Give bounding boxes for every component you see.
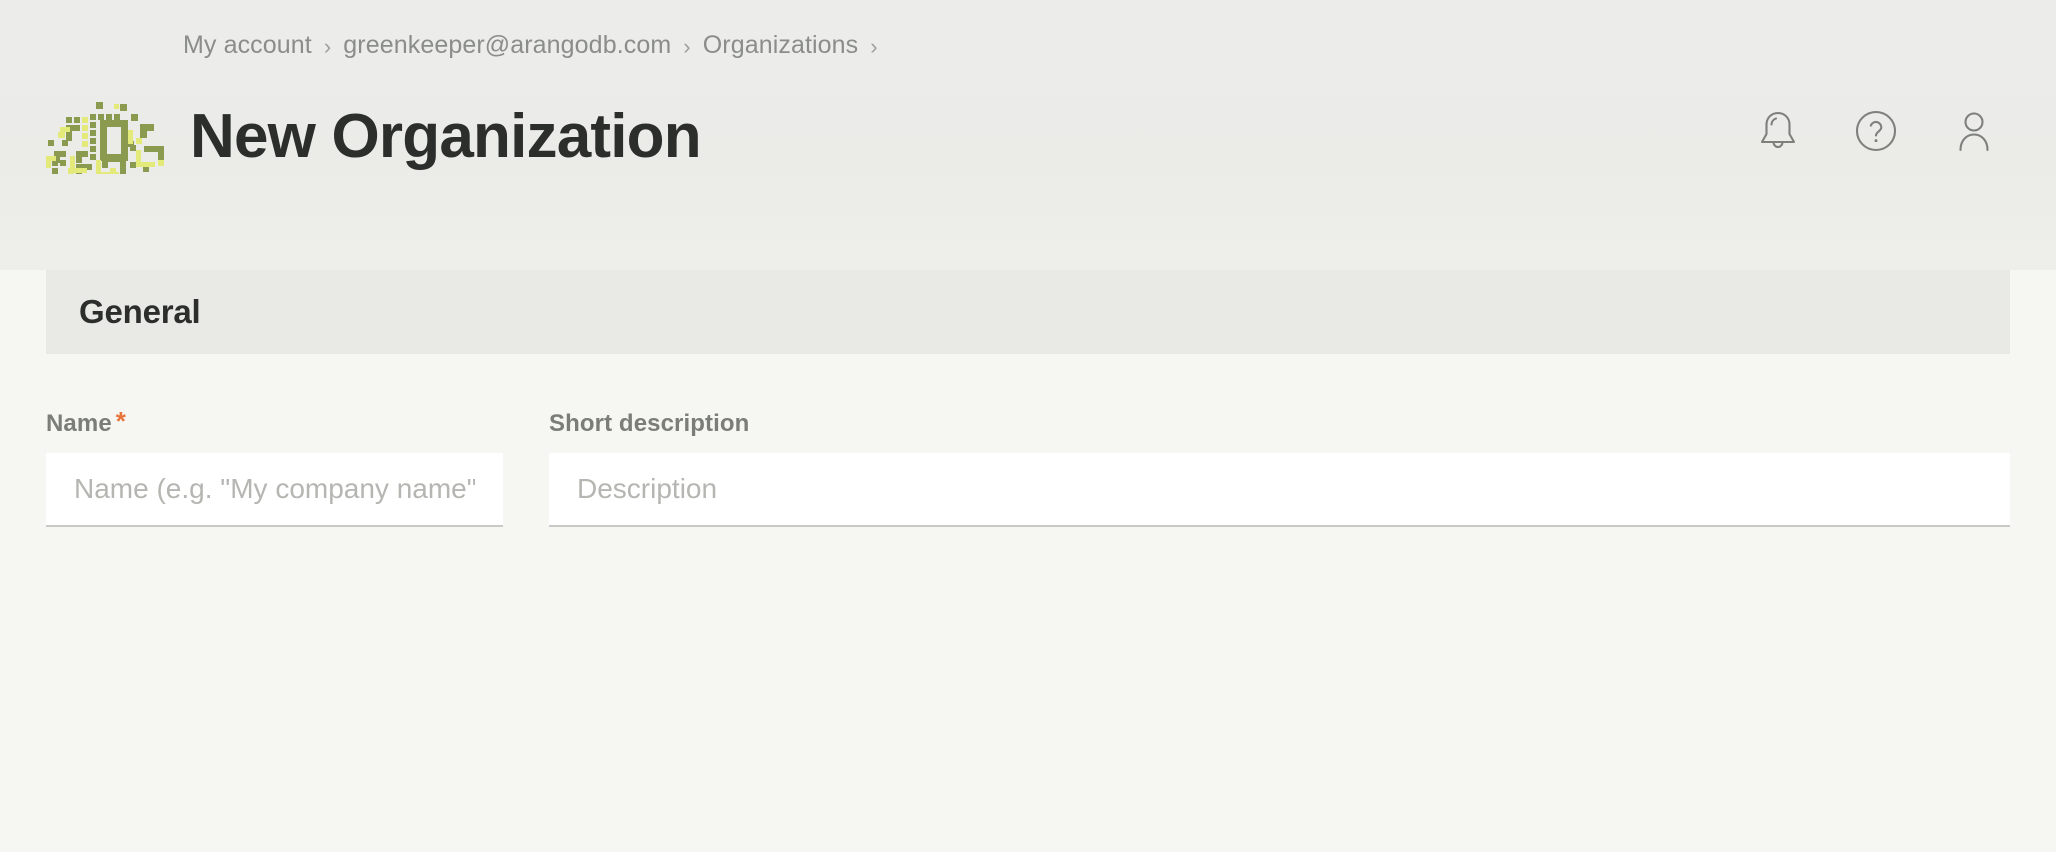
field-group-description: Short description bbox=[549, 410, 2010, 527]
breadcrumb: My account › greenkeeper@arangodb.com › … bbox=[183, 31, 890, 60]
name-label-text: Name bbox=[46, 410, 112, 437]
breadcrumb-separator-icon: › bbox=[870, 33, 878, 59]
bell-icon[interactable] bbox=[1752, 105, 1804, 157]
page-title: New Organization bbox=[190, 102, 702, 171]
section-title: General bbox=[79, 293, 201, 330]
field-group-name: Name * bbox=[46, 406, 503, 527]
user-icon[interactable] bbox=[1948, 105, 2000, 157]
breadcrumb-item-my-account[interactable]: My account bbox=[183, 31, 312, 60]
title-row: New Organization bbox=[40, 100, 702, 174]
arangodb-logo-icon bbox=[40, 100, 168, 174]
description-field-label: Short description bbox=[549, 410, 2010, 438]
page-root: My account › greenkeeper@arangodb.com › … bbox=[0, 0, 2056, 852]
general-card: General Name * Short description bbox=[46, 270, 2010, 527]
name-input[interactable] bbox=[46, 453, 503, 527]
form-row: Name * Short description bbox=[46, 406, 2010, 527]
breadcrumb-item-organizations[interactable]: Organizations bbox=[703, 31, 859, 60]
description-label-text: Short description bbox=[549, 410, 750, 437]
breadcrumb-separator-icon: › bbox=[323, 33, 332, 59]
description-input[interactable] bbox=[549, 453, 2010, 527]
breadcrumb-separator-icon: › bbox=[683, 33, 691, 59]
name-field-label: Name * bbox=[46, 406, 503, 438]
page-header: My account › greenkeeper@arangodb.com › … bbox=[0, 0, 2056, 270]
help-circle-icon[interactable] bbox=[1850, 105, 1902, 157]
section-header-general: General bbox=[46, 270, 2010, 354]
breadcrumb-item-account-email[interactable]: greenkeeper@arangodb.com bbox=[343, 31, 671, 60]
header-icon-group bbox=[1752, 105, 2000, 157]
required-asterisk-icon: * bbox=[115, 406, 126, 436]
page-content: General Name * Short description bbox=[0, 270, 2056, 852]
